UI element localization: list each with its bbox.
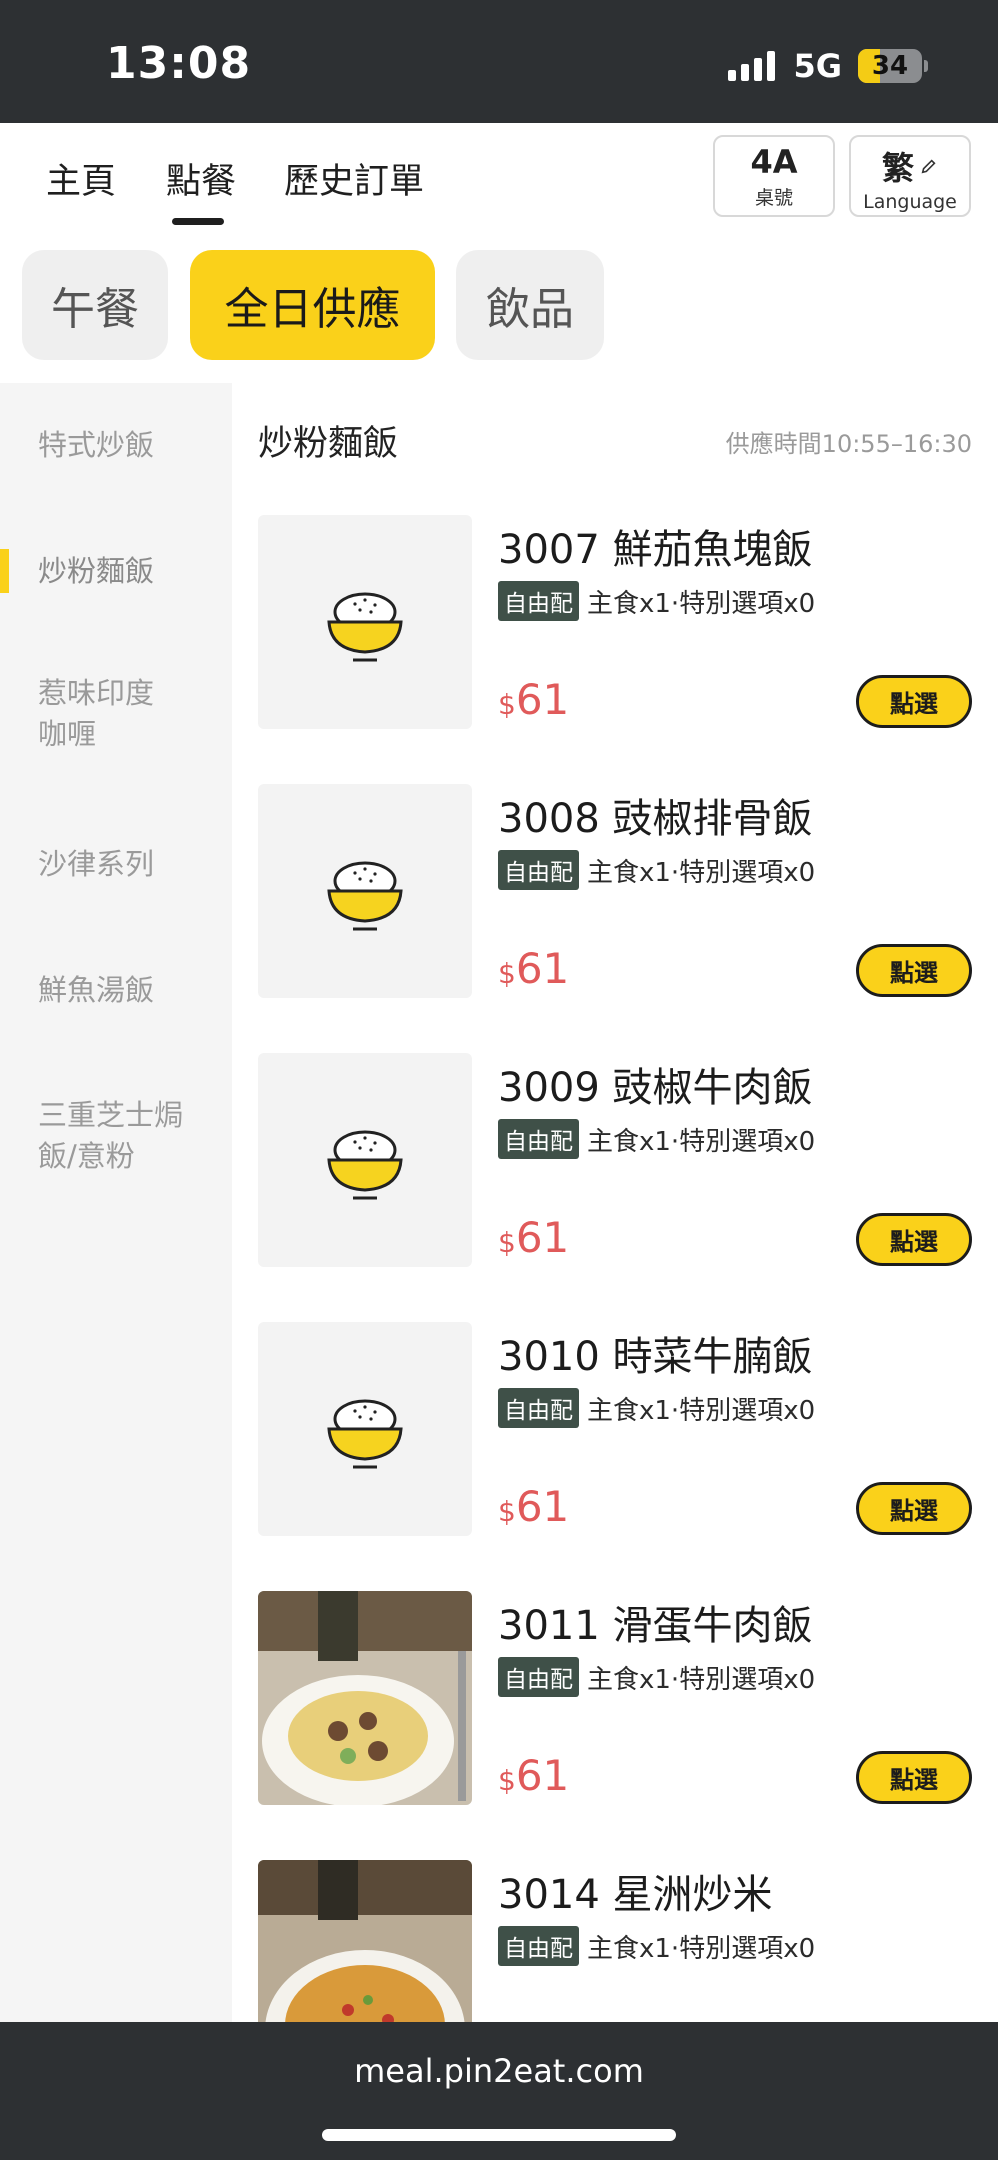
battery-icon: 34 [858,49,922,83]
meal-type-drinks[interactable]: 飲品 [456,250,604,360]
item-tag: 自由配 [498,1657,579,1697]
status-time: 13:08 [106,38,252,89]
select-button[interactable]: 點選 [856,1482,972,1535]
item-price: $61 [498,675,570,724]
menu-item-card[interactable]: 3009 豉椒牛肉飯 自由配 主食x1·特別選項x0 $61 點選 [258,1053,972,1267]
status-indicators: 5G 34 [728,46,928,86]
home-indicator[interactable] [322,2129,676,2141]
item-tag: 自由配 [498,850,579,890]
item-price: $61 [498,1213,570,1262]
rice-bowl-icon [258,515,472,729]
item-options: 主食x1·特別選項x0 [587,1933,816,1964]
category-item[interactable]: 鮮魚湯飯 [38,970,218,1011]
item-price: $61 [498,1751,570,1800]
item-name: 3014 星洲炒米 [498,1872,773,1918]
language-label: 繁 [881,149,914,187]
network-label: 5G [793,47,842,85]
category-item-active[interactable]: 炒粉麵飯 [38,551,218,592]
tab-home[interactable]: 主頁 [46,153,116,204]
item-options: 主食x1·特別選項x0 [587,1664,816,1695]
table-number-button[interactable]: 4A 桌號 [713,135,835,217]
pencil-icon [921,159,936,174]
meal-type-lunch[interactable]: 午餐 [22,250,168,360]
item-price: $61 [498,944,570,993]
menu-item-card[interactable]: 3011 滑蛋牛肉飯 自由配 主食x1·特別選項x0 $61 點選 [258,1591,972,1805]
language-sub: Language [863,191,957,213]
signal-icon [728,51,776,81]
menu-item-card[interactable]: 3007 鮮茄魚塊飯 自由配 主食x1·特別選項x0 $61 點選 [258,515,972,729]
category-sidebar: 特式炒飯 炒粉麵飯 惹味印度咖喱 沙律系列 鮮魚湯飯 三重芝士焗飯/意粉 [0,383,232,2023]
language-button[interactable]: 繁 Language [849,135,971,217]
item-name: 3011 滑蛋牛肉飯 [498,1603,813,1649]
section-title: 炒粉麵飯 [258,424,399,464]
item-name: 3007 鮮茄魚塊飯 [498,527,813,573]
item-options: 主食x1·特別選項x0 [587,1126,816,1157]
tab-order-history[interactable]: 歷史訂單 [284,153,424,204]
select-button[interactable]: 點選 [856,675,972,728]
category-item[interactable]: 三重芝士焗飯/意粉 [38,1095,188,1177]
table-label: 桌號 [754,187,793,209]
rice-bowl-icon [258,784,472,998]
rice-bowl-icon [258,1322,472,1536]
select-button[interactable]: 點選 [856,1213,972,1266]
food-photo [258,1591,472,1805]
active-tab-indicator [172,218,224,225]
status-bar: 13:08 5G 34 [0,0,998,123]
item-price: $61 [498,1482,570,1531]
category-item[interactable]: 惹味印度咖喱 [38,673,178,755]
item-options: 主食x1·特別選項x0 [587,1395,816,1426]
item-name: 3009 豉椒牛肉飯 [498,1065,813,1111]
table-number: 4A [750,143,798,181]
battery-level: 34 [871,51,909,81]
item-name: 3010 時菜牛腩飯 [498,1334,813,1380]
url-text: meal.pin2eat.com [354,2052,644,2090]
item-options: 主食x1·特別選項x0 [587,857,816,888]
item-tag: 自由配 [498,1926,579,1966]
active-category-indicator [0,549,9,593]
item-tag: 自由配 [498,1388,579,1428]
category-item[interactable]: 特式炒飯 [38,425,218,466]
select-button[interactable]: 點選 [856,944,972,997]
rice-bowl-icon [258,1053,472,1267]
category-item[interactable]: 沙律系列 [38,844,218,885]
item-tag: 自由配 [498,1119,579,1159]
menu-item-card[interactable]: 3010 時菜牛腩飯 自由配 主食x1·特別選項x0 $61 點選 [258,1322,972,1536]
service-hours: 供應時間10:55–16:30 [725,430,972,458]
meal-type-all-day[interactable]: 全日供應 [190,250,435,360]
select-button[interactable]: 點選 [856,1751,972,1804]
item-tag: 自由配 [498,581,579,621]
top-nav: 主頁 點餐 歷史訂單 4A 桌號 繁 Language [0,123,998,243]
item-options: 主食x1·特別選項x0 [587,588,816,619]
menu-item-card[interactable]: 3008 豉椒排骨飯 自由配 主食x1·特別選項x0 $61 點選 [258,784,972,998]
item-name: 3008 豉椒排骨飯 [498,796,813,842]
tab-order[interactable]: 點餐 [166,153,236,204]
